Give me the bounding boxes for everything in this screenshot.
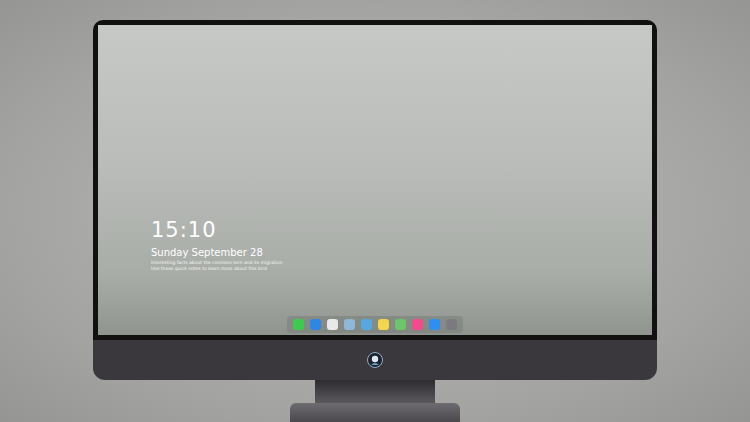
clock: 15:10 Sunday September 28 Interesting fa… [151,218,652,272]
finder-icon[interactable] [310,319,321,330]
notes-icon[interactable] [378,319,389,330]
caption-line: Interesting facts about the common tern … [151,260,652,266]
monitor-stand [315,380,435,403]
clock-date: Sunday September 28 [151,246,652,260]
mockup-page: 15:10 Sunday September 28 Interesting fa… [0,0,750,422]
messages-icon[interactable] [293,319,304,330]
safari-icon[interactable] [327,319,338,330]
clock-time: 15:10 [151,218,652,242]
brand-logo-icon [367,352,383,368]
lock-screen[interactable]: 15:10 Sunday September 28 Interesting fa… [98,25,652,335]
photos-icon[interactable] [395,319,406,330]
monitor: 15:10 Sunday September 28 Interesting fa… [93,20,657,422]
monitor-bezel: 15:10 Sunday September 28 Interesting fa… [93,20,657,340]
app-store-icon[interactable] [429,319,440,330]
preview-icon[interactable] [344,319,355,330]
music-icon[interactable] [412,319,423,330]
camera-icon[interactable] [446,319,457,330]
video-icon[interactable] [361,319,372,330]
dock [287,316,463,333]
monitor-base [290,403,460,422]
monitor-chin [93,340,657,380]
caption-line: Use these quick notes to learn more abou… [151,266,652,272]
